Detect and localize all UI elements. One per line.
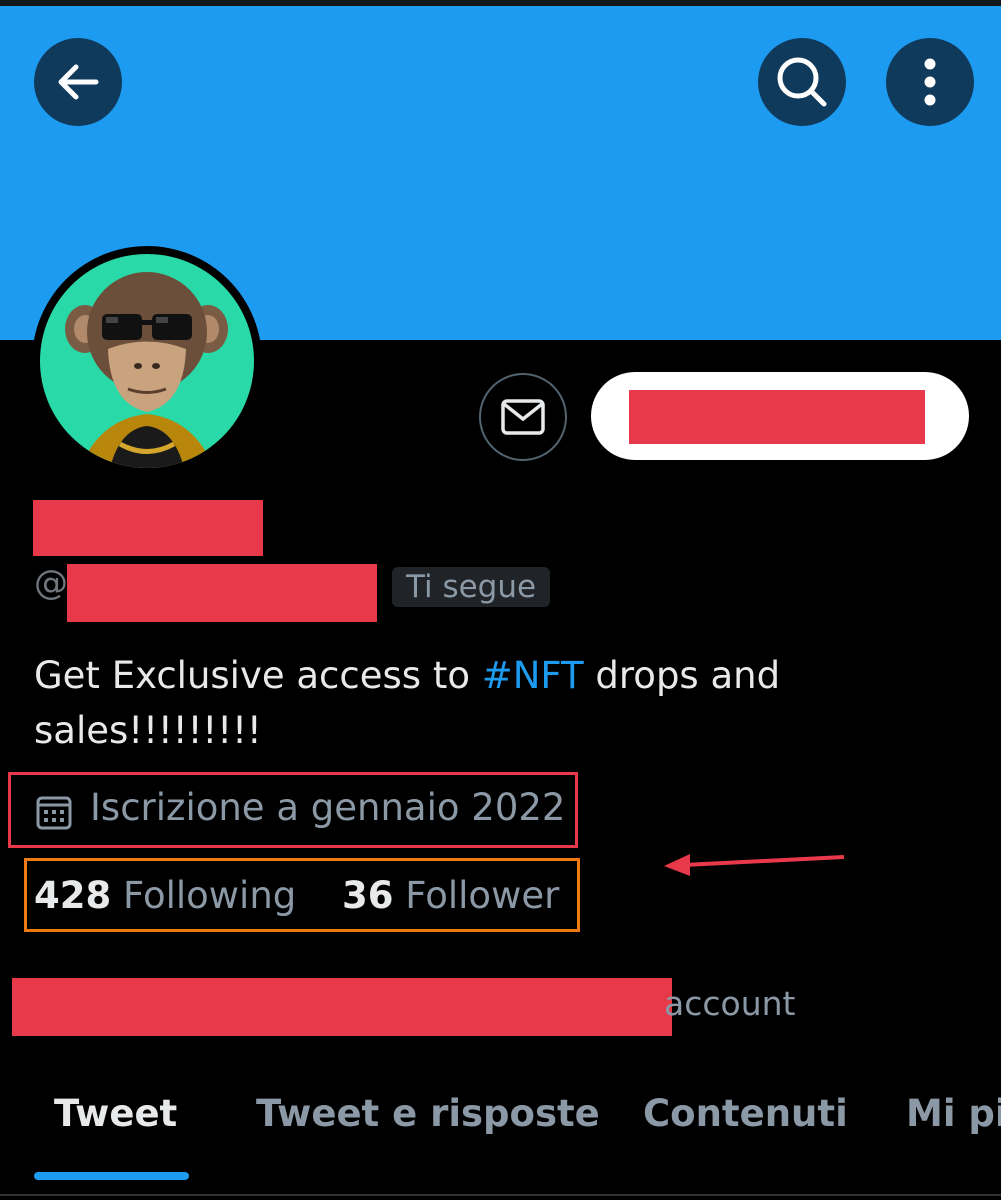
- following-label: Following: [123, 874, 297, 917]
- handle-redacted: [67, 564, 377, 622]
- profile-bio: Get Exclusive access to #NFT drops and s…: [34, 648, 854, 758]
- ape-avatar-image: [40, 254, 254, 468]
- mail-icon: [501, 399, 545, 435]
- tabs-divider: [0, 1194, 1001, 1196]
- following-stat[interactable]: 428 Following: [34, 874, 296, 917]
- followers-stat[interactable]: 36 Follower: [342, 874, 559, 917]
- calendar-icon: [36, 796, 72, 830]
- arrow-left-icon: [58, 64, 99, 100]
- display-name-redacted: [33, 500, 263, 556]
- status-bar-edge: [0, 0, 1001, 6]
- followed-by-text: account: [664, 984, 796, 1023]
- following-count: 428: [34, 874, 112, 917]
- redaction-block: [629, 390, 925, 444]
- tab-tweet[interactable]: Tweet: [54, 1092, 177, 1135]
- tab-mi-piace[interactable]: Mi pi: [906, 1092, 1001, 1135]
- active-tab-indicator: [34, 1172, 189, 1180]
- search-icon: [777, 57, 827, 107]
- message-button[interactable]: [479, 373, 567, 461]
- follows-you-badge: Ti segue: [392, 567, 551, 607]
- tab-tweet-e-risposte[interactable]: Tweet e risposte: [256, 1092, 600, 1135]
- handle-prefix: @: [34, 563, 68, 603]
- followers-count: 36: [342, 874, 394, 917]
- search-button[interactable]: [758, 38, 846, 126]
- profile-tabs: Tweet Tweet e risposte Contenuti Mi pi: [0, 1090, 1001, 1200]
- more-vertical-icon: [924, 58, 936, 106]
- joined-date: Iscrizione a gennaio 2022: [90, 786, 566, 829]
- bio-hashtag-link[interactable]: #NFT: [482, 654, 584, 697]
- annotation-arrow-icon: [664, 854, 845, 876]
- followers-label: Follower: [405, 874, 560, 917]
- followed-by-redacted: [12, 978, 672, 1036]
- follow-button[interactable]: [591, 372, 969, 460]
- tab-contenuti[interactable]: Contenuti: [643, 1092, 848, 1135]
- bio-text: Get Exclusive access to: [34, 654, 482, 697]
- more-options-button[interactable]: [886, 38, 974, 126]
- back-button[interactable]: [34, 38, 122, 126]
- profile-avatar[interactable]: [32, 246, 262, 476]
